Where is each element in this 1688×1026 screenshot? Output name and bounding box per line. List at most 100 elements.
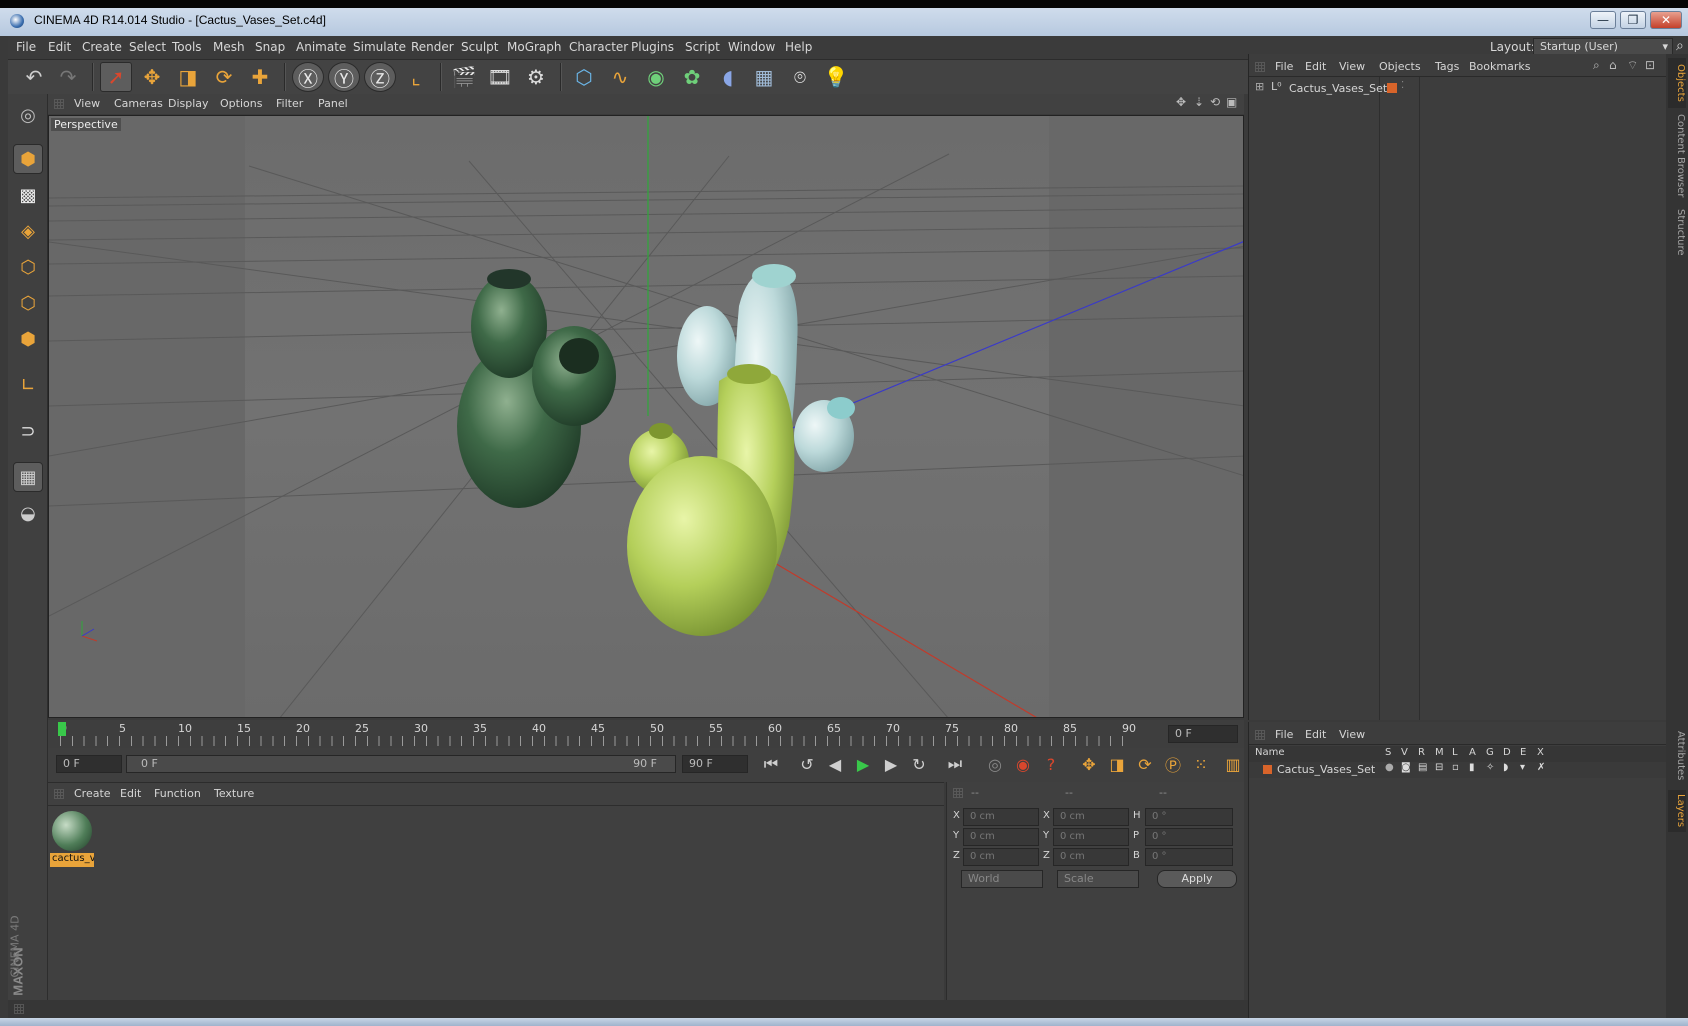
menu-sculpt[interactable]: Sculpt (461, 40, 498, 54)
move-icon[interactable]: ✥ (136, 62, 168, 92)
menu-snap[interactable]: Snap (255, 40, 285, 54)
coordinate-space-dropdown[interactable]: World (961, 870, 1043, 888)
record-scale-icon[interactable]: ◨ (1104, 751, 1130, 777)
workplane-lock-icon[interactable]: ▦ (13, 462, 43, 492)
view-toggle-icon[interactable]: ◙ (1401, 762, 1411, 773)
manager-toggle-icon[interactable]: ⊟ (1435, 762, 1443, 773)
record-active-objects-icon[interactable]: ◎ (982, 751, 1008, 777)
material-menu-function[interactable]: Function (154, 787, 201, 800)
next-frame-icon[interactable]: ▶ (878, 751, 904, 777)
position-y-field[interactable]: 0 cm (963, 828, 1039, 846)
x-axis-icon[interactable]: Ⓧ (292, 62, 324, 92)
menu-window[interactable]: Window (728, 40, 775, 54)
viewport-pan-icon[interactable]: ✥ (1176, 95, 1186, 109)
timeline-window-icon[interactable]: ▥ (1220, 751, 1246, 777)
render-view-icon[interactable]: 🎬 (448, 62, 480, 92)
record-rotation-icon[interactable]: ⟳ (1132, 751, 1158, 777)
playhead-marker[interactable] (58, 722, 66, 736)
z-axis-icon[interactable]: Ⓩ (364, 62, 396, 92)
nurbs-icon[interactable]: ◉ (640, 62, 672, 92)
layers-menu-view[interactable]: View (1339, 728, 1365, 741)
y-axis-icon[interactable]: Ⓨ (328, 62, 360, 92)
keyframe-selection-icon[interactable]: ? (1038, 751, 1064, 777)
timeline-ruler[interactable]: 0 5 10 15 20 25 30 35 40 45 50 55 60 65 … (48, 720, 1244, 748)
rotation-p-field[interactable]: 0 ° (1145, 828, 1233, 846)
redo-icon[interactable]: ↷ (52, 62, 84, 92)
deformers-toggle-icon[interactable]: ◗ (1503, 762, 1508, 773)
previous-key-icon[interactable]: ↺ (794, 751, 820, 777)
menu-simulate[interactable]: Simulate (353, 40, 406, 54)
objects-menu-edit[interactable]: Edit (1305, 60, 1326, 73)
play-icon[interactable]: ▶ (850, 751, 876, 777)
panel-grip-icon[interactable] (1255, 62, 1265, 72)
menu-tools[interactable]: Tools (172, 40, 202, 54)
floor-icon[interactable]: ▦ (748, 62, 780, 92)
tab-objects[interactable]: Objects (1668, 58, 1686, 108)
panel-grip-icon[interactable] (54, 789, 64, 799)
objects-menu-tags[interactable]: Tags (1435, 60, 1459, 73)
layer-color-swatch[interactable] (1263, 765, 1272, 774)
menu-mograph[interactable]: MoGraph (507, 40, 562, 54)
go-to-start-icon[interactable]: ⏮ (758, 751, 784, 777)
material-menu-create[interactable]: Create (74, 787, 111, 800)
rotate-icon[interactable]: ⟳ (208, 62, 240, 92)
deformer-icon[interactable]: ◖ (712, 62, 744, 92)
menu-select[interactable]: Select (129, 40, 166, 54)
array-icon[interactable]: ✿ (676, 62, 708, 92)
home-icon[interactable]: ⌂ (1609, 58, 1617, 72)
viewport-menu-display[interactable]: Display (168, 97, 209, 110)
go-to-end-icon[interactable]: ⏭ (942, 751, 968, 777)
model-mode-icon[interactable]: ⬢ (13, 144, 43, 174)
spline-icon[interactable]: ∿ (604, 62, 636, 92)
start-frame-field[interactable]: 0 F (56, 755, 122, 773)
layers-menu-file[interactable]: File (1275, 728, 1293, 741)
viewport-menu-view[interactable]: View (74, 97, 100, 110)
size-z-field[interactable]: 0 cm (1053, 848, 1129, 866)
menu-mesh[interactable]: Mesh (213, 40, 245, 54)
make-editable-icon[interactable]: ◎ (13, 100, 43, 130)
panel-grip-icon[interactable] (1255, 730, 1265, 740)
menu-character[interactable]: Character (569, 40, 628, 54)
create-object-icon[interactable]: ✚ (244, 62, 276, 92)
viewport-rotate-icon[interactable]: ⟲ (1210, 95, 1220, 109)
apply-button[interactable]: Apply (1157, 870, 1237, 888)
animation-toggle-icon[interactable]: ▮ (1469, 762, 1475, 773)
coordinate-system-icon[interactable]: ⌞ (400, 62, 432, 92)
rotation-h-field[interactable]: 0 ° (1145, 808, 1233, 826)
live-selection-icon[interactable]: ➚ (100, 62, 132, 92)
size-y-field[interactable]: 0 cm (1053, 828, 1129, 846)
undo-icon[interactable]: ↶ (18, 62, 50, 92)
axis-mode-icon[interactable]: ∟ (13, 370, 43, 400)
points-mode-icon[interactable]: ⬡ (13, 252, 43, 282)
render-toggle-icon[interactable]: ▤ (1418, 762, 1427, 773)
material-menu-edit[interactable]: Edit (120, 787, 141, 800)
viewport-menu-panel[interactable]: Panel (318, 97, 348, 110)
collapse-icon[interactable]: ⌔ (1627, 58, 1638, 73)
layer-row[interactable]: Cactus_Vases_Set ● ◙ ▤ ⊟ ▫ ▮ ✧ ◗ ▾ ✗ (1249, 762, 1667, 778)
workplane-icon[interactable]: ◈ (13, 216, 43, 246)
edges-mode-icon[interactable]: ⬡ (13, 288, 43, 318)
search-icon[interactable]: ⌕ (1593, 58, 1600, 73)
minimize-button[interactable]: — (1590, 11, 1616, 29)
menu-edit[interactable]: Edit (48, 40, 71, 54)
restore-button[interactable]: ❐ (1620, 11, 1646, 29)
generators-toggle-icon[interactable]: ✧ (1486, 762, 1494, 773)
tab-attributes[interactable]: Attributes (1668, 726, 1686, 786)
objects-menu-view[interactable]: View (1339, 60, 1365, 73)
cube-icon[interactable]: ⬡ (568, 62, 600, 92)
viewport-zoom-icon[interactable]: ⇣ (1194, 95, 1204, 109)
tab-layers[interactable]: Layers (1668, 790, 1686, 832)
viewport-maximize-icon[interactable]: ▣ (1226, 95, 1237, 109)
render-picture-viewer-icon[interactable]: 🎞 (484, 62, 516, 92)
position-x-field[interactable]: 0 cm (963, 808, 1039, 826)
layers-menu-edit[interactable]: Edit (1305, 728, 1326, 741)
autokeying-icon[interactable]: ◉ (1010, 751, 1036, 777)
menu-plugins[interactable]: Plugins (631, 40, 674, 54)
texture-mode-icon[interactable]: ▩ (13, 180, 43, 210)
size-x-field[interactable]: 0 cm (1053, 808, 1129, 826)
tab-structure[interactable]: Structure (1668, 204, 1686, 260)
record-point-level-icon[interactable]: ⁙ (1188, 751, 1214, 777)
end-frame-field[interactable]: 90 F (682, 755, 748, 773)
material-thumbnail[interactable]: cactus_v (50, 809, 94, 869)
panel-grip-icon[interactable] (953, 788, 963, 798)
